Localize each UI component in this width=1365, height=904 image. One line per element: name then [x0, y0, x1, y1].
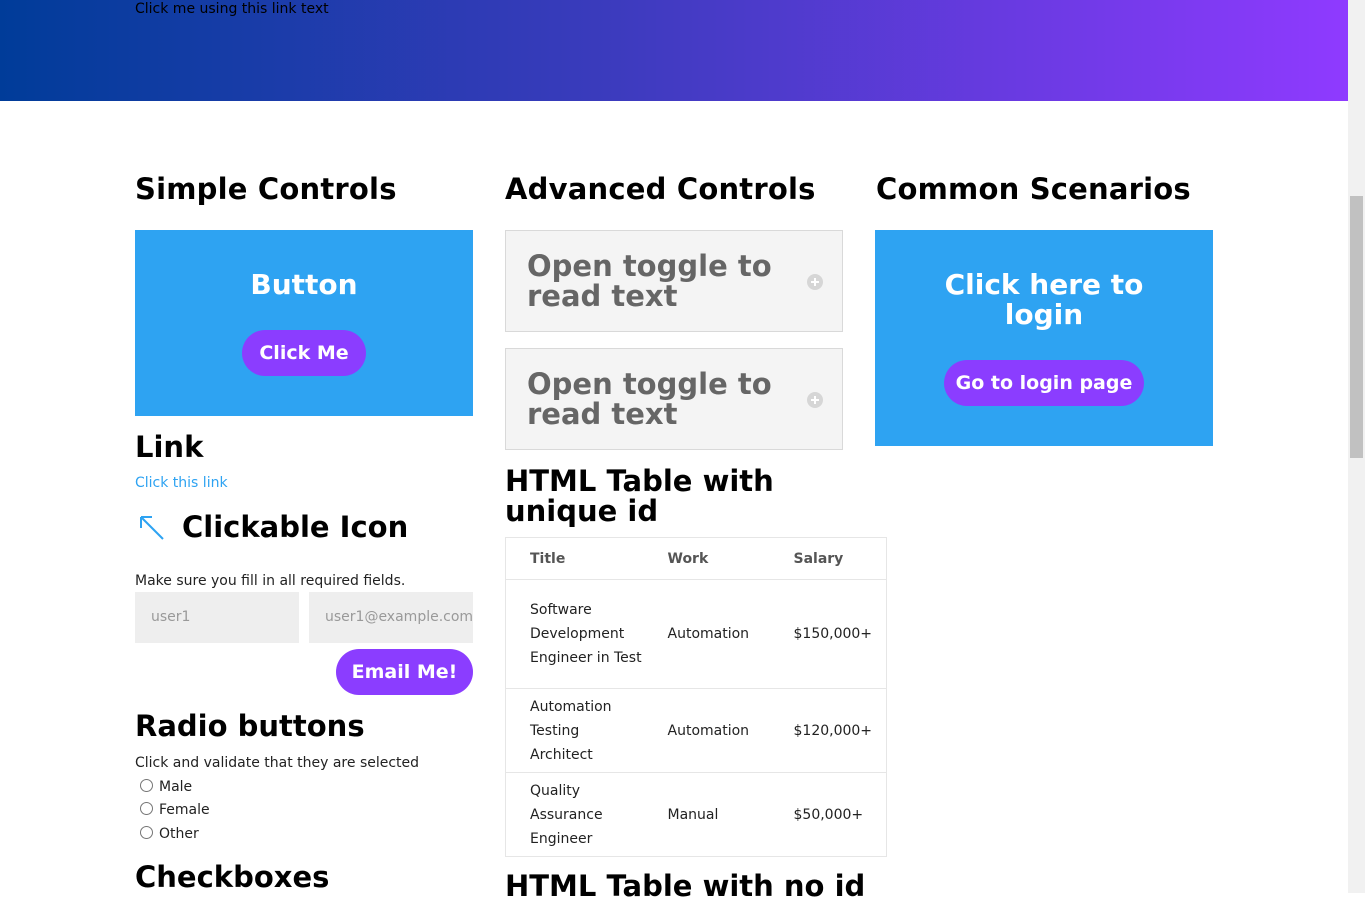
table-cell-work: Manual: [643, 772, 770, 857]
radio-note: Click and validate that they are selecte…: [135, 755, 420, 771]
table-row: Software Development Engineer in Test Au…: [505, 579, 887, 689]
radio-circle[interactable]: [140, 779, 153, 792]
name-input[interactable]: user1: [135, 592, 299, 643]
checkboxes-heading: Checkboxes: [135, 860, 330, 894]
common-scenarios-heading: Common Scenarios: [876, 172, 1191, 206]
arrow-up-left-icon[interactable]: [137, 513, 167, 543]
scrollbar-thumb[interactable]: [1350, 196, 1363, 458]
table-row: Quality Assurance Engineer Manual $50,00…: [505, 772, 887, 857]
hero-banner: Click me using this link text: [0, 0, 1348, 101]
radio-circle[interactable]: [140, 802, 153, 815]
go-to-login-button[interactable]: Go to login page: [944, 360, 1144, 406]
click-this-link[interactable]: Click this link: [135, 475, 228, 491]
table-cell-title: Quality Assurance Engineer: [505, 772, 644, 857]
table-cell-salary: $50,000+: [769, 772, 887, 857]
toggle-2-title: Open toggle to read text: [527, 367, 772, 431]
button-module-title: Button: [250, 268, 358, 301]
link-heading: Link: [135, 430, 204, 464]
table-cell-salary: $120,000+: [769, 688, 887, 773]
table-header-title: Title: [505, 537, 644, 580]
email-me-button[interactable]: Email Me!: [336, 649, 473, 695]
toggle-2[interactable]: Open toggle to read text: [505, 348, 843, 450]
radio-female[interactable]: Female: [140, 801, 210, 819]
table-cell-work: Automation: [643, 579, 770, 689]
toggle-1[interactable]: Open toggle to read text: [505, 230, 843, 332]
table-cell-title: Automation Testing Architect: [505, 688, 644, 773]
radio-male[interactable]: Male: [140, 778, 192, 796]
table-header-work: Work: [643, 537, 770, 580]
login-module-title: Click here to login: [944, 268, 1144, 331]
table-cell-work: Automation: [643, 688, 770, 773]
radio-label-female: Female: [159, 802, 210, 818]
table-header-salary: Salary: [769, 537, 887, 580]
login-module: Click here to login: [875, 230, 1213, 446]
form-note: Make sure you fill in all required field…: [135, 573, 406, 589]
table-cell-salary: $150,000+: [769, 579, 887, 689]
table-no-id-heading: HTML Table with no id: [505, 869, 866, 903]
vertical-scrollbar[interactable]: [1348, 0, 1365, 893]
radio-label-other: Other: [159, 826, 199, 842]
table-unique-id-heading: HTML Table with unique id: [505, 464, 774, 528]
radio-other[interactable]: Other: [140, 825, 199, 843]
advanced-controls-heading: Advanced Controls: [505, 172, 816, 206]
click-me-button[interactable]: Click Me: [242, 330, 366, 376]
radio-label-male: Male: [159, 779, 193, 795]
hero-link-text[interactable]: Click me using this link text: [135, 0, 329, 18]
plus-circle-icon[interactable]: [807, 392, 823, 408]
clickable-icon-heading: Clickable Icon: [182, 510, 409, 544]
radio-circle[interactable]: [140, 826, 153, 839]
table-cell-title: Software Development Engineer in Test: [505, 579, 644, 689]
html-table-unique-id: Title Work Salary Software Development E…: [505, 537, 887, 857]
radio-buttons-heading: Radio buttons: [135, 709, 365, 743]
plus-circle-icon[interactable]: [807, 274, 823, 290]
toggle-1-title: Open toggle to read text: [527, 249, 772, 313]
table-row: Automation Testing Architect Automation …: [505, 688, 887, 773]
simple-controls-heading: Simple Controls: [135, 172, 397, 206]
button-module: Button: [135, 230, 473, 416]
email-input[interactable]: user1@example.com: [309, 592, 473, 643]
table-header-row: Title Work Salary: [505, 537, 887, 580]
